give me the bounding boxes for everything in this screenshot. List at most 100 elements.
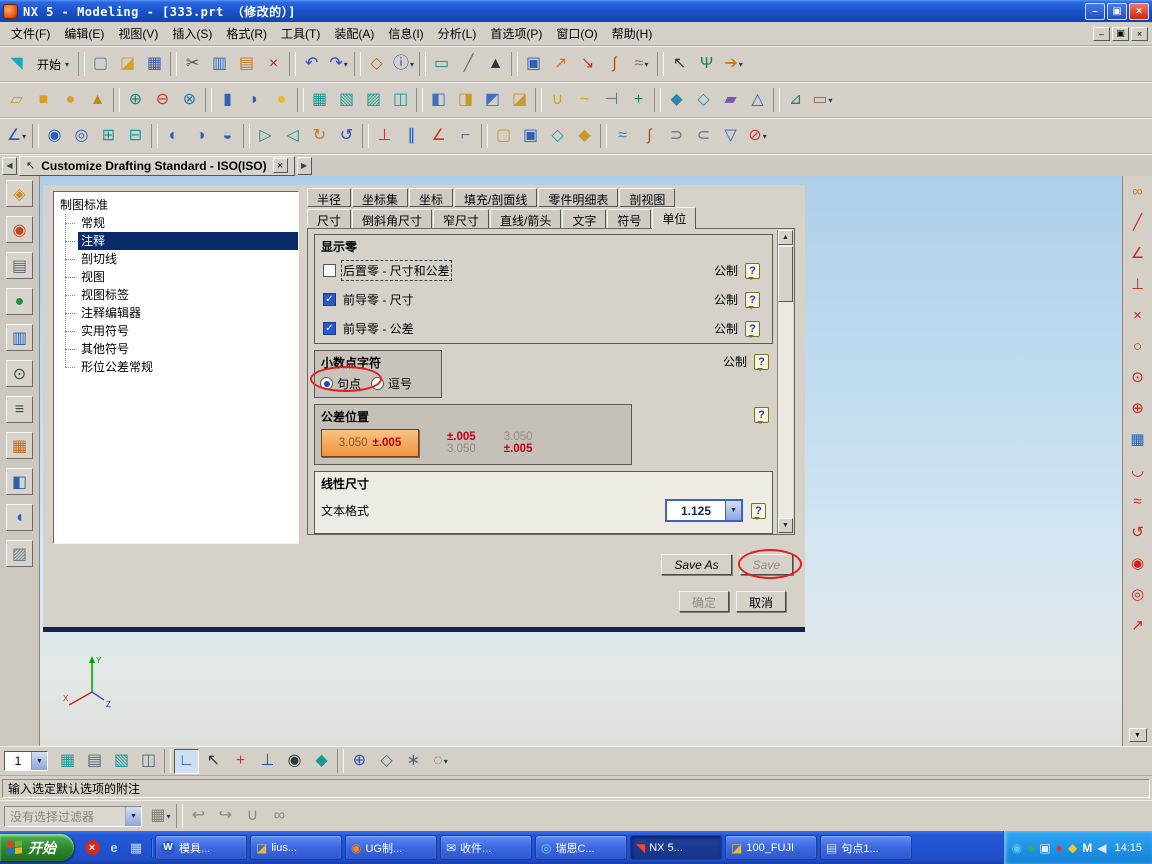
pocket-icon[interactable]: ▣ — [518, 124, 543, 149]
tree-item-8[interactable]: 其他符号 — [65, 340, 294, 358]
window-titlebar[interactable]: NX 5 - Modeling - [333.prt （修改的）] – ▣ × — [0, 0, 1152, 22]
origin-icon[interactable]: ◉ — [282, 749, 307, 774]
tab-lower-6[interactable]: 符号 — [607, 209, 652, 229]
shade-icon-1[interactable]: ◐ — [161, 124, 186, 149]
surface-icon-2[interactable]: ◇ — [691, 88, 716, 113]
tab-lower-1[interactable]: 尺寸 — [307, 209, 352, 229]
save-icon[interactable]: ▦ — [142, 52, 167, 77]
intersect-icon[interactable]: ⊗ — [177, 88, 202, 113]
help-icon[interactable]: ? — [745, 262, 760, 280]
tree-item-5[interactable]: 视图标签 — [65, 286, 294, 304]
pad-icon[interactable]: ◇ — [545, 124, 570, 149]
point-icon[interactable]: ◉ — [42, 124, 67, 149]
radio-option-1[interactable]: 句点 — [320, 375, 361, 392]
taskbar-task-5[interactable]: ◎ 瑞恩C... — [535, 835, 627, 860]
taskbar-task-4[interactable]: ✉ 收件... — [440, 835, 532, 860]
launch-stop-icon[interactable]: × — [83, 839, 101, 857]
surface-icon-1[interactable]: ◆ — [664, 88, 689, 113]
blend-icon[interactable]: ≈ — [610, 124, 635, 149]
tray-icon-6[interactable]: M — [1082, 841, 1092, 855]
help-icon[interactable]: ? — [745, 291, 760, 309]
dialog-tab[interactable]: ↖ Customize Drafting Standard - ISO(ISO)… — [19, 155, 295, 176]
sweep-icon[interactable]: ⊿ — [783, 88, 808, 113]
tab-scroll-right-button[interactable]: ▶ — [296, 156, 312, 175]
menu-item-3[interactable]: 视图(V) — [111, 22, 165, 45]
taskbar-task-7[interactable]: ◪ 100_FUJI — [725, 835, 817, 860]
tab-upper-1[interactable]: 半径 — [307, 188, 352, 207]
concentric-tool-icon[interactable]: ⊙ — [1127, 366, 1149, 388]
menu-item-5[interactable]: 格式(R) — [219, 22, 274, 45]
tree-item-1[interactable]: 常规 — [65, 214, 294, 232]
screenshot-icon[interactable]: ◇ — [364, 52, 389, 77]
selection-filter-combo[interactable]: 没有选择过滤器 ▼ — [4, 805, 142, 827]
snap-diamond-icon[interactable]: ◇ — [374, 749, 399, 774]
draft-icon[interactable]: ▽ — [718, 124, 743, 149]
paste-icon[interactable]: ▤ — [234, 52, 259, 77]
manufacturing-wizard-icon[interactable]: ◧ — [6, 468, 33, 495]
nx-swoosh-icon[interactable]: ◥ — [4, 52, 29, 77]
angle-tool-icon[interactable]: ∠ — [1127, 242, 1149, 264]
select-cursor-icon[interactable]: ↖ — [201, 749, 226, 774]
curve-tool-icon-1[interactable]: ∪ — [545, 88, 570, 113]
combo-dropdown-button[interactable]: ▼ — [125, 806, 141, 826]
internet-explorer-icon[interactable]: e — [105, 839, 123, 857]
taskbar-task-6[interactable]: ◥ NX 5... — [630, 835, 722, 860]
checkbox-3[interactable]: ✓ — [323, 322, 336, 335]
curve-icon[interactable]: ≈ ▾ — [629, 52, 654, 77]
rotate-tool-icon[interactable]: ↺ — [1127, 521, 1149, 543]
shade-icon-3[interactable]: ◒ — [215, 124, 240, 149]
content-scrollbar[interactable]: ▲ ▼ — [777, 230, 793, 533]
select-cursor-icon[interactable]: ↖ — [667, 52, 692, 77]
tab-upper-4[interactable]: 填充/剖面线 — [454, 188, 538, 207]
taskbar-clock[interactable]: 14:15 — [1114, 842, 1142, 854]
join-icon[interactable]: + — [626, 88, 651, 113]
hd3d-tools-icon[interactable]: ▥ — [6, 324, 33, 351]
menu-item-11[interactable]: 窗口(O) — [549, 22, 604, 45]
curve-tool-icon[interactable]: ≈ — [1127, 490, 1149, 512]
save-button[interactable]: Save — [739, 554, 793, 575]
measure-icon[interactable]: ▭ — [429, 52, 454, 77]
tree-browse-icon[interactable]: Ψ — [694, 52, 719, 77]
line-tool-icon[interactable]: ╱ — [1127, 211, 1149, 233]
subtract-icon[interactable]: ⊖ — [150, 88, 175, 113]
menu-item-6[interactable]: 工具(T) — [274, 22, 327, 45]
constraint-navigator-icon[interactable]: ◉ — [6, 216, 33, 243]
tab-scroll-left-button[interactable]: ◀ — [2, 156, 17, 175]
sheet-body-icon-3[interactable]: ▨ — [361, 88, 386, 113]
tree-item-9[interactable]: 形位公差常规 — [65, 358, 294, 376]
plane-icon[interactable]: ◆ — [309, 749, 334, 774]
mdi-close-button[interactable]: × — [1131, 26, 1148, 41]
minimize-button[interactable]: – — [1085, 2, 1105, 20]
sketch-icon[interactable]: ∠ ▾ — [4, 124, 29, 149]
tolerance-option-3[interactable]: 3.050 ±.005 — [504, 431, 533, 455]
undo-icon[interactable]: ↶ — [299, 52, 324, 77]
taskbar-task-8[interactable]: ▤ 句点1... — [820, 835, 912, 860]
process-studio-icon[interactable]: ▦ — [6, 432, 33, 459]
revolve-icon[interactable]: ◗ — [242, 88, 267, 113]
tab-lower-4[interactable]: 直线/箭头 — [490, 209, 562, 229]
part-navigator-icon[interactable]: ▤ — [6, 252, 33, 279]
help-icon[interactable]: ? — [751, 502, 766, 520]
grid-cube-icon[interactable]: ▦ — [1127, 428, 1149, 450]
grid-remove-icon[interactable]: ⊟ — [123, 124, 148, 149]
tab-lower-5[interactable]: 文字 — [562, 209, 607, 229]
tree-root-item[interactable]: 制图标准 — [58, 195, 294, 214]
window-icon[interactable]: ▣ — [521, 52, 546, 77]
mdi-minimize-button[interactable]: – — [1093, 26, 1110, 41]
tree-item-3[interactable]: 剖切线 — [65, 250, 294, 268]
mesh-icon[interactable]: ▭ ▾ — [810, 88, 835, 113]
tree-item-6[interactable]: 注释编辑器 — [65, 304, 294, 322]
copy-icon[interactable]: ▥ — [207, 52, 232, 77]
point-tool-icon[interactable]: ◉ — [1127, 552, 1149, 574]
perpendicular-tool-icon[interactable]: ⊥ — [1127, 273, 1149, 295]
datum-axes-icon[interactable]: ⊥ — [255, 749, 280, 774]
tray-icon-1[interactable]: ◉ — [1012, 841, 1022, 855]
curve-tool-icon-2[interactable]: ~ — [572, 88, 597, 113]
taskbar-task-3[interactable]: ◉ UG制... — [345, 835, 437, 860]
tolerance-option-2[interactable]: ±.005 3.050 — [447, 431, 476, 455]
block-icon[interactable]: ■ — [31, 88, 56, 113]
chart-icon[interactable]: ▲ — [483, 52, 508, 77]
link-constraint-icon[interactable]: ∞ — [1127, 180, 1149, 202]
play-icon[interactable]: ▷ — [253, 124, 278, 149]
combo-dropdown-button[interactable]: ▼ — [725, 501, 741, 520]
